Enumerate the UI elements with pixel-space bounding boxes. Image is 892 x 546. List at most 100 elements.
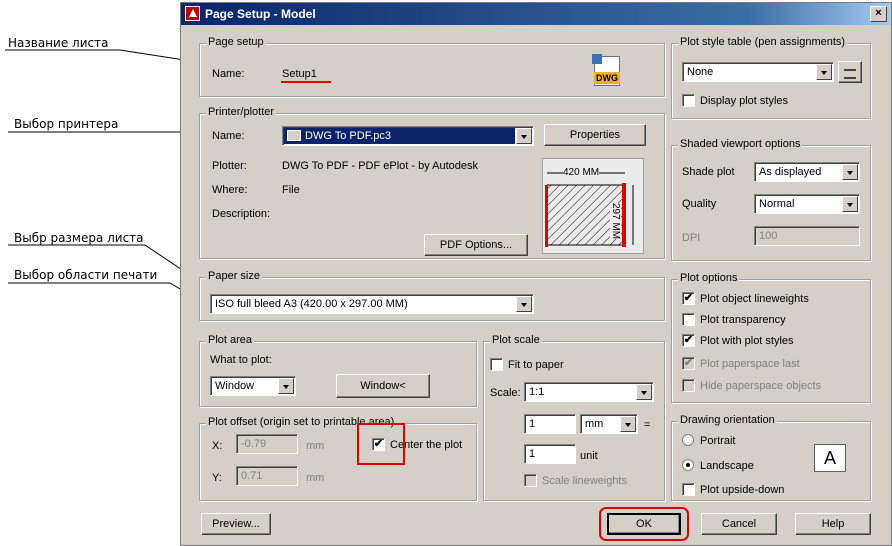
shade-plot-value: As displayed [759, 166, 822, 178]
plotter-value: DWG To PDF - PDF ePlot - by Autodesk [282, 160, 479, 172]
plot-style-value: None [687, 66, 714, 78]
chevron-down-icon[interactable] [816, 64, 832, 80]
edit-plot-style-button[interactable] [838, 61, 862, 83]
display-plot-styles-checkbox[interactable] [682, 94, 695, 107]
paperspace-last-checkbox[interactable]: ✔ [682, 357, 695, 370]
window-select-button[interactable]: Window< [336, 374, 430, 398]
edit-list-icon [844, 69, 856, 79]
shade-plot-select[interactable]: As displayed [754, 162, 860, 182]
plot-with-styles-checkbox[interactable]: ✔ [682, 334, 695, 347]
where-label: Where: [212, 184, 248, 196]
paper-size-select[interactable]: ISO full bleed A3 (420.00 x 297.00 MM) [210, 294, 534, 314]
chevron-down-icon[interactable] [842, 164, 858, 180]
plot-scale-group-label: Plot scale [490, 334, 542, 346]
plot-style-group: Plot style table (pen assignments) None … [671, 36, 871, 119]
offset-x-field[interactable]: -0.79 [236, 434, 298, 454]
paperspace-last-label: Plot paperspace last [700, 358, 800, 370]
plot-lineweights-label: Plot object lineweights [700, 293, 809, 305]
dwg-icon-label: DWG [594, 72, 620, 84]
page-setup-group: Page setup Name: Setup1 DWG [199, 36, 665, 97]
chevron-down-icon[interactable] [516, 296, 532, 312]
dpi-label: DPI [682, 232, 701, 244]
offset-y-field[interactable]: 0.71 [236, 466, 298, 486]
cancel-button[interactable]: Cancel [701, 513, 777, 535]
orientation-group-label: Drawing orientation [678, 414, 777, 426]
callout-plot-area: Выбор области печати [14, 268, 158, 282]
preview-width-label: 420 MM [563, 167, 600, 178]
paper-size-group-label: Paper size [206, 270, 262, 282]
hide-paperspace-checkbox[interactable] [682, 379, 695, 392]
dpi-field[interactable]: 100 [754, 226, 860, 246]
scale-select[interactable]: 1:1 [524, 382, 654, 402]
plot-style-select[interactable]: None [682, 62, 834, 82]
printer-name-value: DWG To PDF.pc3 [305, 130, 391, 142]
plot-style-group-label: Plot style table (pen assignments) [678, 36, 848, 48]
shaded-viewport-group-label: Shaded viewport options [678, 138, 803, 150]
plot-transparency-checkbox[interactable] [682, 313, 695, 326]
center-plot-highlight [357, 423, 405, 465]
scale-unit-select[interactable]: mm [580, 414, 638, 434]
scale-value: 1:1 [529, 386, 545, 398]
scale-numerator-field[interactable]: 1 [524, 414, 576, 434]
printer-plotter-group: Printer/plotter Name: DWG To PDF.pc3 Pro… [199, 106, 665, 259]
plot-options-group: Plot options ✔ Plot object lineweights P… [671, 272, 871, 403]
paper-size-group: Paper size ISO full bleed A3 (420.00 x 2… [199, 270, 665, 321]
offset-x-unit: mm [306, 440, 325, 452]
printer-name-label: Name: [212, 130, 245, 142]
shaded-viewport-group: Shaded viewport options Shade plot As di… [671, 138, 871, 261]
offset-y-value: 0.71 [241, 470, 263, 482]
shade-plot-label: Shade plot [682, 166, 735, 178]
plot-options-group-label: Plot options [678, 272, 740, 284]
description-label: Description: [212, 208, 271, 220]
scale-numerator-value: 1 [529, 418, 536, 430]
hide-paperspace-label: Hide paperspace objects [700, 380, 822, 392]
scale-label: Scale: [490, 387, 521, 399]
plot-with-styles-label: Plot with plot styles [700, 335, 794, 347]
properties-button[interactable]: Properties [544, 124, 646, 146]
where-value: File [282, 184, 300, 196]
scale-unit-value: mm [585, 418, 604, 430]
paper-size-value: ISO full bleed A3 (420.00 x 297.00 MM) [215, 298, 408, 310]
page-setup-name-value: Setup1 [282, 68, 317, 80]
upside-down-checkbox[interactable] [682, 483, 695, 496]
orientation-icon-letter: A [823, 448, 836, 468]
preview-button[interactable]: Preview... [201, 513, 271, 535]
plot-offset-group: Plot offset (origin set to printable are… [199, 416, 477, 501]
chevron-down-icon[interactable] [516, 128, 532, 144]
what-to-plot-select[interactable]: Window [210, 376, 296, 396]
autocad-app-icon [185, 6, 200, 21]
landscape-radio[interactable] [682, 459, 694, 471]
quality-value: Normal [759, 198, 795, 210]
landscape-orientation-icon: A [814, 444, 846, 472]
chevron-down-icon[interactable] [278, 378, 294, 394]
fit-to-paper-checkbox[interactable] [490, 358, 503, 371]
portrait-radio[interactable] [682, 434, 694, 446]
chevron-down-icon[interactable] [620, 416, 636, 432]
quality-select[interactable]: Normal [754, 194, 860, 214]
portrait-label: Portrait [700, 435, 736, 447]
callout-sheet-name: Название листа [8, 36, 109, 50]
scale-denominator-field[interactable]: 1 [524, 444, 576, 464]
chevron-down-icon[interactable] [842, 196, 858, 212]
printer-name-select[interactable]: DWG To PDF.pc3 [282, 126, 534, 146]
offset-x-label: X: [212, 440, 223, 452]
title-bar[interactable]: Page Setup - Model × [181, 3, 891, 25]
chevron-down-icon[interactable] [636, 384, 652, 400]
scale-equals-sign: = [644, 419, 651, 431]
page-setup-group-label: Page setup [206, 36, 266, 48]
offset-y-label: Y: [212, 472, 222, 484]
callout-paper-size: Выбр размера листа [14, 231, 144, 245]
plot-transparency-label: Plot transparency [700, 314, 786, 326]
what-to-plot-label: What to plot: [210, 354, 272, 366]
help-button[interactable]: Help [795, 513, 871, 535]
display-plot-styles-label: Display plot styles [700, 95, 789, 107]
callout-printer: Выбор принтера [14, 117, 119, 131]
offset-x-value: -0.79 [241, 438, 267, 450]
plot-scale-group: Plot scale Fit to paper Scale: 1:1 1 mm … [483, 334, 665, 501]
pdf-options-button[interactable]: PDF Options... [424, 234, 528, 256]
dwg-file-icon: DWG [592, 54, 622, 88]
close-button[interactable]: × [870, 6, 887, 22]
window-title: Page Setup - Model [205, 7, 316, 21]
scale-lineweights-checkbox[interactable] [524, 474, 537, 487]
plot-lineweights-checkbox[interactable]: ✔ [682, 292, 695, 305]
